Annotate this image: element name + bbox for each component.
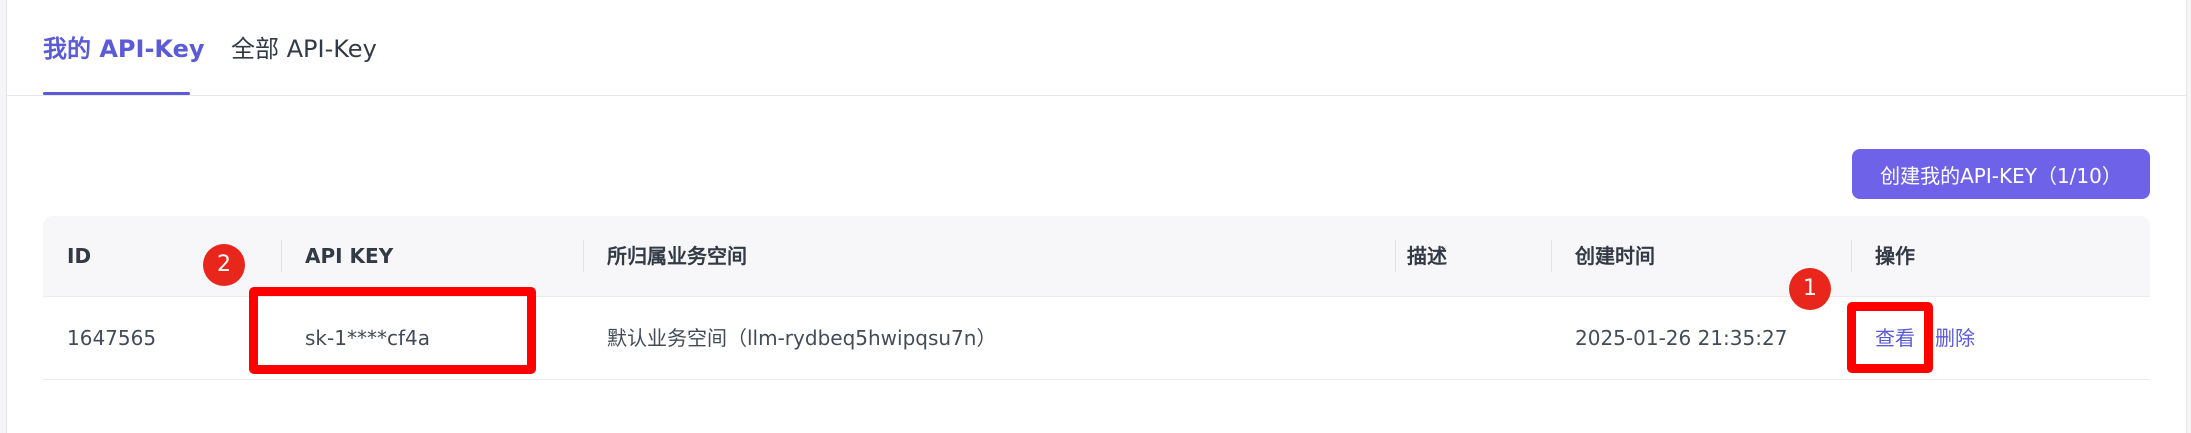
column-header-api-key: API KEY	[305, 244, 394, 268]
tab-all-api-key[interactable]: 全部 API-Key	[231, 33, 377, 65]
highlight-box-api-key	[249, 287, 536, 374]
row-id: 1647565	[67, 326, 157, 350]
column-header-workspace: 所归属业务空间	[607, 244, 747, 268]
column-divider	[1551, 240, 1552, 272]
column-header-actions: 操作	[1875, 244, 1915, 268]
active-tab-indicator	[43, 92, 190, 95]
highlight-box-view	[1847, 302, 1933, 373]
column-divider	[1395, 240, 1396, 272]
annotation-badge-1: 1	[1789, 268, 1831, 310]
column-header-description: 描述	[1407, 244, 1447, 268]
column-divider	[1851, 240, 1852, 272]
row-created-at: 2025-01-26 21:35:27	[1575, 326, 1788, 350]
tab-my-api-key[interactable]: 我的 API-Key	[43, 33, 205, 65]
delete-button[interactable]: 删除	[1935, 297, 1975, 379]
column-header-id: ID	[67, 244, 92, 268]
column-header-created-at: 创建时间	[1575, 244, 1655, 268]
create-api-key-button[interactable]: 创建我的API-KEY（1/10）	[1852, 149, 2150, 199]
column-divider	[281, 240, 282, 272]
column-divider	[583, 240, 584, 272]
row-workspace: 默认业务空间（llm-rydbeq5hwipqsu7n）	[607, 326, 997, 350]
annotation-badge-2: 2	[203, 244, 245, 286]
tab-bar: 我的 API-Key 全部 API-Key	[7, 0, 2186, 96]
api-key-panel: 我的 API-Key 全部 API-Key 创建我的API-KEY（1/10） …	[6, 0, 2187, 433]
table-header: ID API KEY 所归属业务空间 描述 创建时间 操作	[43, 216, 2150, 297]
